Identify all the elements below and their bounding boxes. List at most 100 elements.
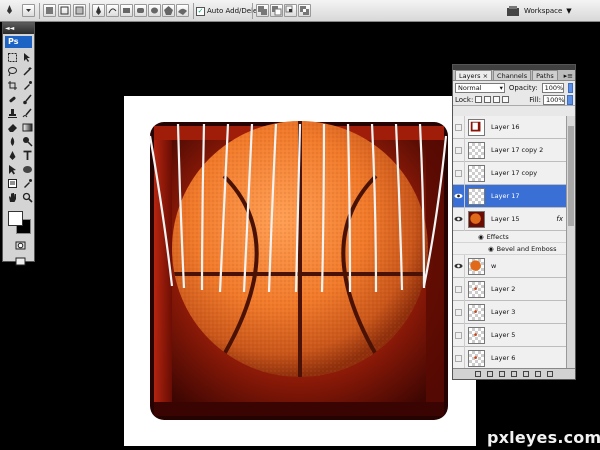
blur-tool-icon[interactable] xyxy=(5,135,19,148)
add-style-icon[interactable] xyxy=(487,371,493,377)
freeform-pen-icon[interactable] xyxy=(106,4,119,17)
layer-row-layer-17-copy-2[interactable]: Layer 17 copy 2 xyxy=(453,138,568,162)
clone-stamp-icon[interactable] xyxy=(5,107,19,120)
layer-row-layer-3[interactable]: Layer 3 xyxy=(453,300,568,324)
intersect-shape-icon[interactable] xyxy=(284,4,297,17)
subtract-shape-icon[interactable] xyxy=(270,4,283,17)
basketball-artwork xyxy=(148,121,448,420)
visibility-toggle[interactable] xyxy=(453,116,465,139)
layer-row-layer-17[interactable]: Layer 17 xyxy=(453,184,568,208)
tab-paths[interactable]: Paths xyxy=(532,70,558,80)
visibility-toggle[interactable] xyxy=(453,277,465,301)
magic-wand-icon[interactable] xyxy=(20,65,34,78)
crop-tool-icon[interactable] xyxy=(5,79,19,92)
layer-row-layer-2[interactable]: Layer 2 xyxy=(453,277,568,301)
lasso-tool-icon[interactable] xyxy=(5,65,19,78)
lock-all-icon[interactable] xyxy=(502,96,510,103)
path-selection-icon[interactable] xyxy=(5,163,19,176)
pen-icon[interactable] xyxy=(92,4,105,17)
custom-shape-icon[interactable] xyxy=(176,4,189,17)
tab-channels[interactable]: Channels xyxy=(493,70,532,80)
hand-tool-icon[interactable] xyxy=(5,191,19,204)
effects-group[interactable]: ◉ Effects xyxy=(453,231,568,243)
shape-layers-icon[interactable] xyxy=(43,4,56,17)
layer-name: Layer 6 xyxy=(491,354,516,362)
eye-icon[interactable] xyxy=(453,207,465,231)
lock-position-icon[interactable] xyxy=(493,96,501,103)
opacity-input[interactable]: 100% xyxy=(541,82,564,93)
dodge-tool-icon[interactable] xyxy=(20,135,34,148)
panel-menu-icon[interactable]: ▸≡ xyxy=(564,72,575,80)
pen-tool-icon[interactable] xyxy=(5,149,19,162)
lock-image-icon[interactable] xyxy=(484,96,492,103)
combine-shape-icon[interactable] xyxy=(256,4,269,17)
eraser-tool-icon[interactable] xyxy=(5,121,19,134)
eye-icon[interactable]: ◉ xyxy=(478,233,484,241)
workspace-menu[interactable]: Workspace ▼ xyxy=(506,3,572,19)
eye-icon[interactable]: ◉ xyxy=(488,245,494,253)
notes-tool-icon[interactable] xyxy=(5,177,19,190)
ellipse-tool-icon[interactable] xyxy=(20,163,34,176)
fx-icon[interactable]: fx xyxy=(556,215,563,223)
ellipse-shape-icon[interactable] xyxy=(148,4,161,17)
layer-row-layer-17-copy[interactable]: Layer 17 copy xyxy=(453,161,568,185)
effect-bevel-emboss[interactable]: ◉ Bevel and Emboss xyxy=(453,243,568,255)
layer-row-layer-15[interactable]: Layer 15 fx xyxy=(453,207,568,231)
layer-thumbnail xyxy=(468,257,485,275)
add-mask-icon[interactable] xyxy=(499,371,505,377)
fill-slider-arrow[interactable] xyxy=(567,94,573,105)
exclude-shape-icon[interactable] xyxy=(298,4,311,17)
layer-row-layer-16[interactable]: Layer 16 xyxy=(453,116,568,139)
close-icon[interactable]: × xyxy=(483,72,488,80)
new-group-icon[interactable] xyxy=(523,371,529,377)
visibility-toggle[interactable] xyxy=(453,138,465,162)
move-tool-icon[interactable] xyxy=(20,51,34,64)
gradient-tool-icon[interactable] xyxy=(20,121,34,134)
layer-row-layer-5[interactable]: Layer 5 xyxy=(453,323,568,347)
screen-mode-icon[interactable] xyxy=(13,255,27,268)
tools-collapse-bar[interactable]: ◄◄ xyxy=(3,23,34,34)
layer-row-w[interactable]: w xyxy=(453,254,568,278)
pen-tool-icon[interactable] xyxy=(4,4,17,17)
fill-pixels-icon[interactable] xyxy=(73,4,86,17)
paths-mode-icon[interactable] xyxy=(58,4,71,17)
rectangle-shape-icon[interactable] xyxy=(120,4,133,17)
tab-layers[interactable]: Layers × xyxy=(455,70,493,80)
healing-brush-icon[interactable] xyxy=(5,93,19,106)
rounded-rectangle-icon[interactable] xyxy=(134,4,147,17)
scrollbar-thumb[interactable] xyxy=(568,126,574,226)
auto-add-checkbox[interactable]: ✓ xyxy=(196,6,205,16)
preset-dropdown[interactable] xyxy=(22,4,35,17)
polygon-shape-icon[interactable] xyxy=(162,4,175,17)
eyedropper-sample-icon[interactable] xyxy=(20,177,34,190)
history-brush-icon[interactable] xyxy=(20,107,34,120)
link-layers-icon[interactable] xyxy=(475,371,481,377)
layers-footer xyxy=(453,368,575,379)
eye-icon[interactable] xyxy=(453,254,465,278)
foreground-color-swatch[interactable] xyxy=(8,211,23,226)
visibility-toggle[interactable] xyxy=(453,346,465,370)
document-canvas[interactable] xyxy=(124,96,476,446)
visibility-toggle[interactable] xyxy=(453,323,465,347)
auto-add-delete-option[interactable]: ✓ Auto Add/Delete xyxy=(196,5,264,17)
layers-scrollbar[interactable] xyxy=(566,116,575,370)
layer-row-layer-6[interactable]: Layer 6 xyxy=(453,346,568,370)
quick-mask-icon[interactable] xyxy=(13,239,27,252)
zoom-tool-icon[interactable] xyxy=(20,191,34,204)
layer-name: Layer 2 xyxy=(491,285,516,293)
color-swatches[interactable] xyxy=(6,209,31,235)
opacity-slider-arrow[interactable] xyxy=(567,82,573,93)
fill-input[interactable]: 100% xyxy=(543,94,565,105)
visibility-toggle[interactable] xyxy=(453,161,465,185)
eyedropper-icon[interactable] xyxy=(20,79,34,92)
new-layer-icon[interactable] xyxy=(535,371,541,377)
adjustment-layer-icon[interactable] xyxy=(511,371,517,377)
delete-layer-icon[interactable] xyxy=(547,371,553,377)
visibility-toggle[interactable] xyxy=(453,300,465,324)
brush-tool-icon[interactable] xyxy=(20,93,34,106)
type-tool-icon[interactable] xyxy=(20,149,34,162)
eye-icon[interactable] xyxy=(453,184,465,208)
blend-mode-select[interactable]: Normal ▾ xyxy=(455,82,505,93)
lock-transparent-icon[interactable] xyxy=(475,96,483,103)
marquee-tool-icon[interactable] xyxy=(5,51,19,64)
